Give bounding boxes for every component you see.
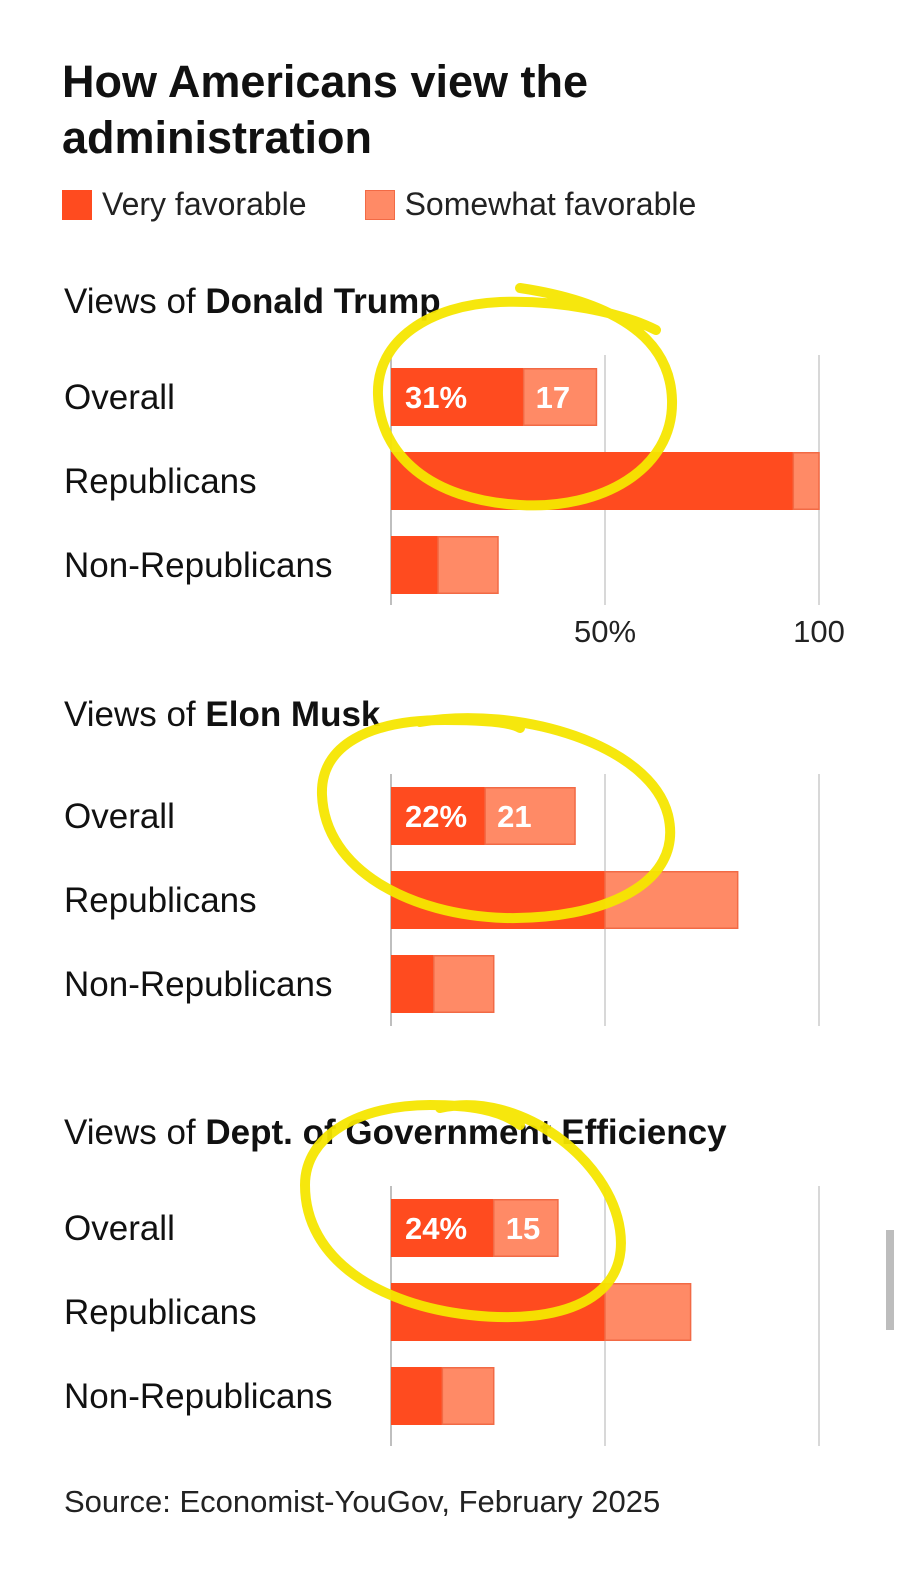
x-tick-label-100: 100 [793, 614, 845, 649]
data-label-somewhat: 15 [506, 1211, 540, 1246]
data-label-very: 24% [405, 1211, 467, 1246]
x-tick-label-50: 50% [574, 614, 636, 649]
category-label-republicans: Republicans [64, 1293, 257, 1332]
bar-very-non-republicans [391, 1367, 443, 1425]
category-label-republicans: Republicans [64, 462, 257, 501]
data-label-very: 22% [405, 799, 467, 834]
category-label-non-republicans: Non-Republicans [64, 1377, 332, 1416]
charts-canvas: Overall 31% 17 Republicans Non-Republicans 50… [64, 283, 845, 1446]
source-note: Source: Economist-YouGov, February 2025 [64, 1484, 661, 1519]
bar-very-non-republicans [391, 536, 439, 594]
category-label-non-republicans: Non-Republicans [64, 546, 332, 585]
category-label-overall: Overall [64, 1209, 175, 1248]
scrollbar[interactable] [886, 1230, 894, 1330]
bar-somewhat-republicans [792, 452, 820, 510]
category-label-overall: Overall [64, 378, 175, 417]
bar-very-non-republicans [391, 955, 434, 1013]
bar-somewhat-non-republicans [441, 1367, 495, 1425]
bar-somewhat-non-republicans [437, 536, 499, 594]
category-label-republicans: Republicans [64, 881, 257, 920]
data-label-very: 31% [405, 380, 467, 415]
bar-somewhat-republicans [604, 1283, 692, 1341]
bar-somewhat-non-republicans [433, 955, 495, 1013]
data-label-somewhat: 17 [536, 380, 570, 415]
category-label-non-republicans: Non-Republicans [64, 965, 332, 1004]
data-label-somewhat: 21 [497, 799, 531, 834]
category-label-overall: Overall [64, 797, 175, 836]
